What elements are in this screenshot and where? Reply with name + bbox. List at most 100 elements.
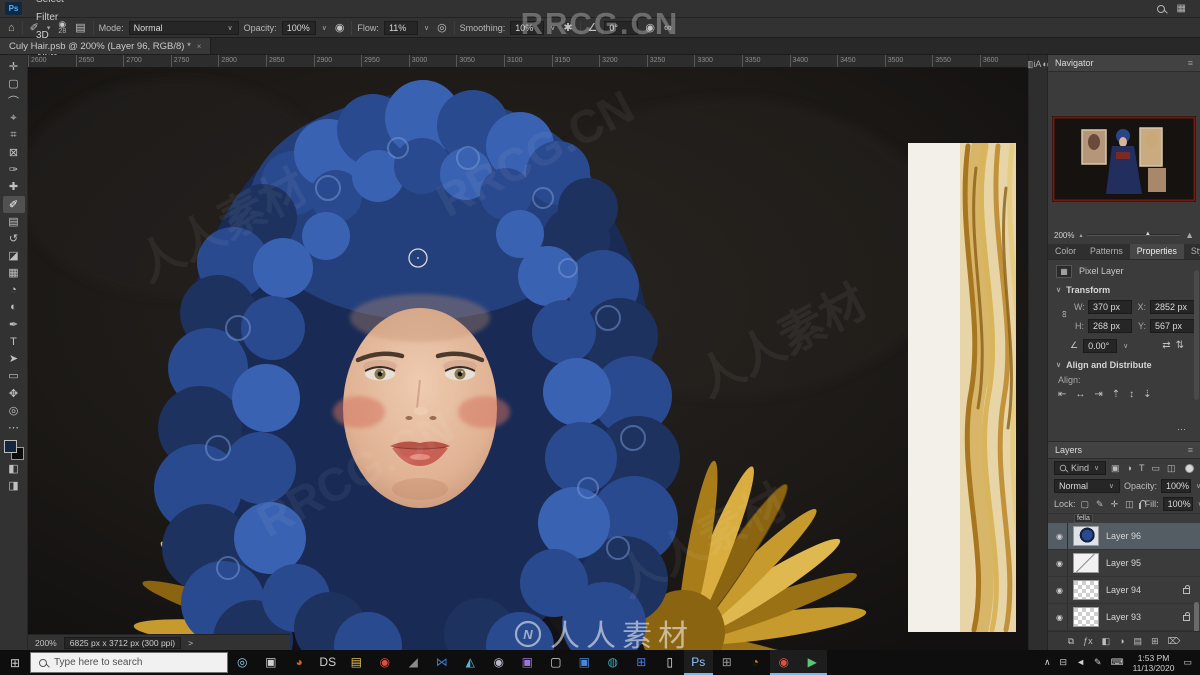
layer-row[interactable]: ◉ Layer 95 xyxy=(1048,550,1200,577)
app-grid-icon[interactable]: ⊞ xyxy=(713,650,742,675)
lock-position-icon[interactable]: ✛ xyxy=(1110,499,1120,510)
zoom-out-icon[interactable]: ▴ xyxy=(1079,232,1082,239)
clone-stamp-tool[interactable]: ▤ xyxy=(3,213,25,230)
chrome-2-icon[interactable]: ◉ xyxy=(769,650,798,675)
chevron-down-icon[interactable]: ∨ xyxy=(549,24,556,32)
document-tab[interactable]: Culy Hair.psb @ 200% (Layer 96, RGB/8) *… xyxy=(0,38,212,54)
chevron-down-icon[interactable]: ∨ xyxy=(423,24,430,32)
chrome-icon[interactable]: ◉ xyxy=(371,650,400,675)
keyboard-icon[interactable]: ⌨ xyxy=(1111,657,1124,668)
gradient-tool[interactable]: ▦ xyxy=(3,264,25,281)
delete-layer-icon[interactable]: ⌦ xyxy=(1168,636,1181,647)
app-blue-icon[interactable]: ▣ xyxy=(570,650,599,675)
foreground-color-swatch[interactable] xyxy=(3,440,17,454)
brush-tool[interactable]: ✐ xyxy=(2,195,25,213)
filter-shape-icon[interactable]: ▭ xyxy=(1150,463,1161,474)
chevron-down-icon[interactable]: ∨ xyxy=(1197,500,1200,508)
flow-input[interactable]: 11% xyxy=(383,20,418,35)
shape-tool[interactable]: ▭ xyxy=(3,367,25,384)
smoothing-gear-icon[interactable]: ✱ xyxy=(561,21,574,34)
filter-adjustment-icon[interactable]: ◑ xyxy=(1126,463,1133,474)
color-swatches[interactable] xyxy=(3,440,24,461)
app-purple-icon[interactable]: ▣ xyxy=(513,650,542,675)
airbrush-icon[interactable]: ◎ xyxy=(435,21,449,34)
filter-smart-icon[interactable]: ◫ xyxy=(1166,463,1177,474)
navigator-zoom-value[interactable]: 200% xyxy=(1054,231,1074,240)
angle-input[interactable]: 0.00° xyxy=(1083,338,1118,353)
eraser-tool[interactable]: ◪ xyxy=(3,247,25,264)
align-center-v-icon[interactable]: ↕ xyxy=(1129,389,1134,400)
menu-item[interactable]: Select xyxy=(29,0,79,9)
y-input[interactable]: 567 px xyxy=(1150,318,1198,333)
healing-brush-tool[interactable]: ✚ xyxy=(3,178,25,195)
adjustment-layer-icon[interactable]: ◑ xyxy=(1119,636,1124,647)
app-light-icon[interactable]: ▢ xyxy=(542,650,571,675)
marquee-tool[interactable]: ▢ xyxy=(3,75,25,92)
workspace-icon[interactable]: ▦ xyxy=(1177,3,1186,14)
pen-icon[interactable]: ✎ xyxy=(1094,657,1102,668)
path-selection-tool[interactable]: ➤ xyxy=(3,350,25,367)
object-selection-tool[interactable]: ⌖ xyxy=(3,110,25,127)
visibility-eye-icon[interactable]: ◉ xyxy=(1052,604,1068,630)
align-right-icon[interactable]: ⇥ xyxy=(1094,389,1102,400)
dodge-tool[interactable]: ◐ xyxy=(3,299,25,316)
link-dimensions-icon[interactable]: ∞ xyxy=(1059,310,1070,322)
search-icon[interactable] xyxy=(1156,4,1165,13)
pressure-size-icon[interactable]: ◉ xyxy=(643,21,657,34)
symmetry-icon[interactable]: ∞ xyxy=(662,22,674,34)
pen-tool[interactable]: ✒ xyxy=(3,316,25,333)
notifications-icon[interactable]: ▭ xyxy=(1183,657,1192,668)
toolbar-ellipsis[interactable]: ⋯ xyxy=(3,419,25,436)
layer-row[interactable]: ◉ Layer 94 xyxy=(1048,577,1200,604)
layer-effects-icon[interactable]: ƒx xyxy=(1083,636,1093,647)
volume-icon[interactable]: ◄ xyxy=(1076,657,1085,668)
x-input[interactable]: 2852 px xyxy=(1150,299,1198,314)
width-input[interactable]: 370 px xyxy=(1088,299,1132,314)
home-icon[interactable]: ⌂ xyxy=(6,22,17,34)
chevron-down-icon[interactable]: ▾ xyxy=(46,24,52,32)
layer-thumbnail[interactable] xyxy=(1073,526,1099,546)
task-view-icon[interactable]: ▣ xyxy=(257,650,286,675)
layer-filter-select[interactable]: Kind ∨ xyxy=(1054,461,1106,475)
blend-mode-select[interactable]: Normal ∨ xyxy=(128,20,239,35)
badge-app-icon[interactable]: ◉ xyxy=(485,650,514,675)
layer-row[interactable]: ◉ Layer 93 xyxy=(1048,604,1200,631)
move-tool[interactable]: ✛ xyxy=(3,58,25,75)
hand-tool[interactable]: ✥ xyxy=(3,385,25,402)
toggle-brush-panel-icon[interactable]: ▤ xyxy=(73,21,87,34)
app-dark-icon[interactable]: ◢ xyxy=(399,650,428,675)
new-layer-icon[interactable]: ⊞ xyxy=(1151,636,1159,647)
height-input[interactable]: 268 px xyxy=(1088,318,1132,333)
brush-preset-picker[interactable]: ◉ 28 xyxy=(56,19,68,35)
fill-input[interactable]: 100% xyxy=(1162,497,1193,511)
layer-thumbnail[interactable] xyxy=(1073,553,1099,573)
layer-row[interactable]: ◉ Layer 96 xyxy=(1048,523,1200,550)
screen-mode-icon[interactable]: ◨ xyxy=(3,477,25,494)
app-bowtie-icon[interactable]: ⋈ xyxy=(428,650,457,675)
lock-all-icon[interactable] xyxy=(1138,499,1146,509)
opacity-input[interactable]: 100% xyxy=(281,20,316,35)
start-button[interactable]: ⊞ xyxy=(0,650,30,675)
horizontal-ruler[interactable]: 2600 2650 2700 2750 2800 2850 2900 2950 3000 3050… xyxy=(28,55,1028,68)
align-top-icon[interactable]: ⇡ xyxy=(1112,389,1120,400)
app-window-icon[interactable]: ⊞ xyxy=(627,650,656,675)
zoom-in-icon[interactable]: ▲ xyxy=(1185,230,1194,240)
eyedropper-tool[interactable]: ✑ xyxy=(3,161,25,178)
panel-menu-icon[interactable]: ≡ xyxy=(1188,58,1193,68)
powershell-icon[interactable]: ▶ xyxy=(798,650,827,675)
blender-icon[interactable]: ◔ xyxy=(741,650,770,675)
photos-icon[interactable]: ◭ xyxy=(456,650,485,675)
lock-transparency-icon[interactable]: ▢ xyxy=(1080,499,1091,510)
filter-type-icon[interactable]: T xyxy=(1138,463,1146,474)
canvas-artwork[interactable]: 人人素材 RRCG.CN 人人素材 RRCG.CN 人人素材 N 人人素材 xyxy=(28,68,1028,650)
filter-toggle[interactable] xyxy=(1185,463,1194,473)
smoothing-input[interactable]: 10% xyxy=(510,20,545,35)
chevron-down-icon[interactable]: ∨ xyxy=(1195,482,1200,490)
visibility-eye-icon[interactable]: ◉ xyxy=(1052,550,1068,576)
search-input[interactable] xyxy=(54,657,204,668)
layer-thumbnail[interactable] xyxy=(1073,580,1099,600)
layer-thumbnail[interactable] xyxy=(1073,607,1099,627)
chevron-down-icon[interactable]: ∨ xyxy=(1122,342,1129,350)
taskbar-search[interactable] xyxy=(30,652,228,673)
photoshop-icon[interactable]: Ps xyxy=(684,650,713,675)
